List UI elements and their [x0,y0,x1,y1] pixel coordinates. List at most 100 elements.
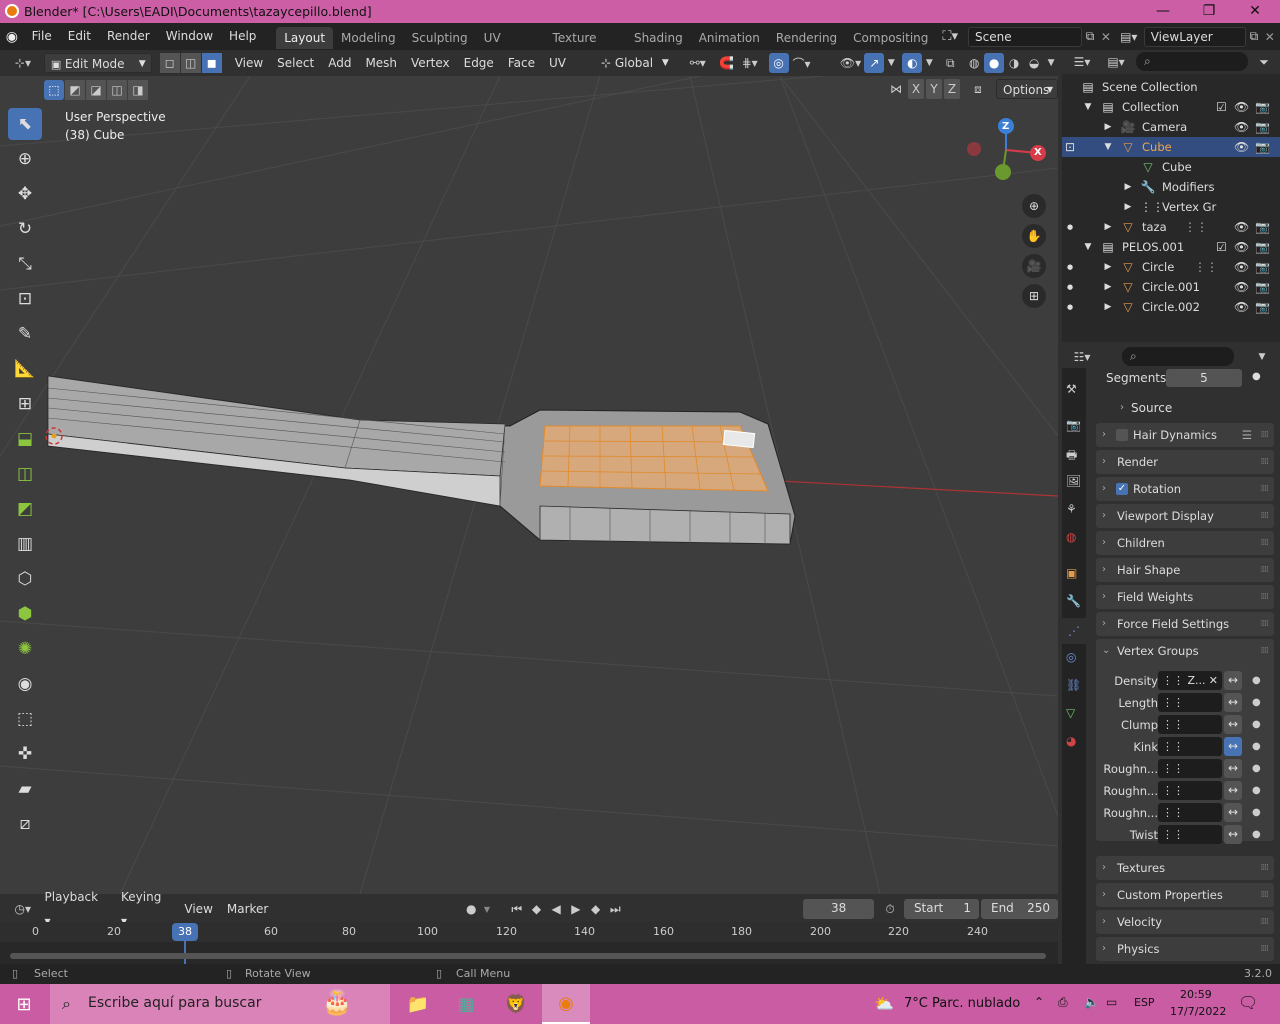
panel-velocity[interactable]: › Velocity ⁞⁞⁞⁞ [1096,910,1274,934]
jump-start-icon[interactable]: ⏮ [507,899,527,919]
shear-tool-icon[interactable]: ▰ [8,773,42,805]
drag-grip-icon[interactable]: ⁞⁞⁞⁞ [1261,856,1270,880]
vg-field[interactable]: ⋮⋮ [1158,759,1222,778]
outliner-edit-mode-icon[interactable]: ⊡ [1062,137,1078,157]
minimize-button[interactable]: — [1140,0,1186,23]
display-mode-icon[interactable]: ▤▾ [1102,52,1130,72]
expand-icon[interactable]: ▶ [1120,177,1136,197]
properties-search-field[interactable]: ⌕ [1122,347,1234,366]
viewlayer-copy-icon[interactable]: ⧉ [1250,29,1265,44]
rotate-tool-icon[interactable]: ↻ [8,213,42,245]
tab-shading[interactable]: Shading [626,27,691,49]
menu-add[interactable]: Add [321,51,358,75]
outliner-row[interactable]: ● ▶ ▽ Circle ⋮⋮ 👁 📷 [1062,257,1280,277]
vg-field[interactable]: ⋮⋮ [1158,781,1222,800]
menu-timeline-view[interactable]: View [177,897,219,921]
poly-build-tool-icon[interactable]: ⬢ [8,598,42,630]
tab-compositing[interactable]: Compositing [845,27,936,49]
vg-field[interactable]: ⋮⋮ [1158,737,1222,756]
clock-date[interactable]: 17/7/2022 [1170,1005,1226,1018]
move-tool-icon[interactable]: ✥ [8,178,42,210]
visibility-icon[interactable]: 👁▾ [837,53,865,73]
invert-toggle[interactable]: ↔ [1224,737,1242,756]
drag-grip-icon[interactable]: ⁞⁞⁞⁞ [1261,531,1270,555]
keyframe-dot-icon[interactable]: ● [1252,803,1261,823]
camera-render-icon[interactable]: 📷 [1255,277,1270,297]
eye-icon[interactable]: 👁 [1234,137,1249,157]
pan-hand-icon[interactable]: ✋ [1022,224,1046,248]
tab-layout[interactable]: Layout [276,26,334,49]
eye-icon[interactable]: 👁 [1234,97,1249,117]
menu-uv[interactable]: UV [542,51,573,75]
blender-taskbar-icon[interactable]: ◉ [542,984,590,1024]
menu-edit[interactable]: Edit [60,23,99,50]
vg-field[interactable]: ⋮⋮ Z... ✕ [1158,671,1222,690]
menu-file[interactable]: File [24,23,60,50]
drag-grip-icon[interactable]: ⁞⁞⁞⁞ [1261,558,1270,582]
constraints-tab-icon[interactable]: ⛓ [1066,678,1081,692]
menu-help[interactable]: Help [221,23,264,50]
outliner-row[interactable]: ▶ 🔧 Modifiers [1062,177,1280,197]
tab-sculpting[interactable]: Sculpting [404,27,476,49]
expand-icon[interactable]: ▶ [1120,197,1136,217]
start-frame-field[interactable]: Start 1 [903,899,979,919]
extrude-tool-icon[interactable]: ⬓ [8,423,42,455]
vg-field[interactable]: ⋮⋮ [1158,825,1222,844]
clear-icon[interactable]: ✕ [1209,671,1218,690]
viewlayer-field[interactable]: ViewLayer [1143,26,1246,47]
expand-icon[interactable]: ▶ [1100,277,1116,297]
select-difference-icon[interactable]: ◫ [107,80,127,100]
overlay-toggle-icon[interactable]: ◐ [902,53,923,73]
exclude-checkbox[interactable]: ☑ [1216,97,1227,117]
outliner-row[interactable]: ● ▶ ▽ taza ⋮⋮ 👁 📷 [1062,217,1280,237]
render-tab-icon[interactable]: 📷 [1066,418,1081,432]
select-box-tool-icon[interactable]: ⬉ [8,108,42,140]
vg-field[interactable]: ⋮⋮ [1158,693,1222,712]
camera-render-icon[interactable]: 📷 [1255,237,1270,257]
transform-tool-icon[interactable]: ⊡ [8,283,42,315]
clock-time[interactable]: 20:59 [1180,988,1212,1001]
outliner-row[interactable]: ▶ 🎥 Camera 👁 📷 [1062,117,1280,137]
tab-uv-editing[interactable]: UV Editing [476,27,545,67]
select-intersect-icon[interactable]: ◨ [128,80,148,100]
invert-toggle[interactable]: ↔ [1224,759,1242,778]
outliner-editor-icon[interactable]: ☰▾ [1068,52,1096,72]
particles-tab-icon[interactable]: ⋰ [1062,618,1086,644]
falloff-icon[interactable]: ⌒▾ [789,53,815,73]
mirror-z-toggle[interactable]: Z [944,79,960,99]
menu-face[interactable]: Face [501,51,542,75]
exclude-checkbox[interactable]: ☑ [1216,237,1227,257]
keyframe-dot-icon[interactable]: ● [1252,693,1261,713]
vertex-select-icon[interactable]: ◻ [159,53,180,73]
tool-tab-icon[interactable]: ⚒ [1066,382,1077,396]
expand-icon[interactable]: ▶ [1100,257,1116,277]
menu-edge[interactable]: Edge [457,51,501,75]
tray-chevron-icon[interactable]: ⌃ [1034,995,1044,1009]
snap-target-icon[interactable]: ⋕▾ [737,53,763,73]
camera-render-icon[interactable]: 📷 [1255,297,1270,317]
expand-icon[interactable]: ▼ [1080,97,1096,117]
camera-view-icon[interactable]: 🎥 [1022,254,1046,278]
invert-toggle[interactable]: ↔ [1224,825,1242,844]
tab-animation[interactable]: Animation [691,27,768,49]
keyframe-dot-icon[interactable]: ● [1252,759,1261,779]
edge-slide-tool-icon[interactable]: ⬚ [8,703,42,735]
menu-window[interactable]: Window [158,23,221,50]
next-keyframe-icon[interactable]: ◆ [586,899,606,919]
drag-grip-icon[interactable]: ⁞⁞⁞⁞ [1261,450,1270,474]
camera-render-icon[interactable]: 📷 [1255,97,1270,117]
pivot-icon[interactable]: ⚯▾ [683,53,713,73]
keyframe-dot-icon[interactable]: ● [1252,825,1261,845]
mode-dropdown[interactable]: ▣ Edit Mode ▼ [43,53,152,73]
expand-icon[interactable]: ▼ [1080,237,1096,257]
invert-toggle[interactable]: ↔ [1224,693,1242,712]
brave-browser-icon[interactable]: 🦁 [492,984,540,1024]
select-new-icon[interactable]: ⬚ [44,80,64,100]
physics-tab-icon[interactable]: ◎ [1066,650,1076,664]
panel-physics[interactable]: › Physics ⁞⁞⁞⁞ [1096,937,1274,961]
smooth-tool-icon[interactable]: ◉ [8,668,42,700]
notifications-icon[interactable]: 🗨 [1238,993,1258,1012]
wireframe-shading-icon[interactable]: ◍ [964,53,984,73]
world-tab-icon[interactable]: ◍ [1066,530,1076,544]
outliner-row[interactable]: ⊡ ▼ ▽ Cube 👁 📷 [1062,137,1280,157]
